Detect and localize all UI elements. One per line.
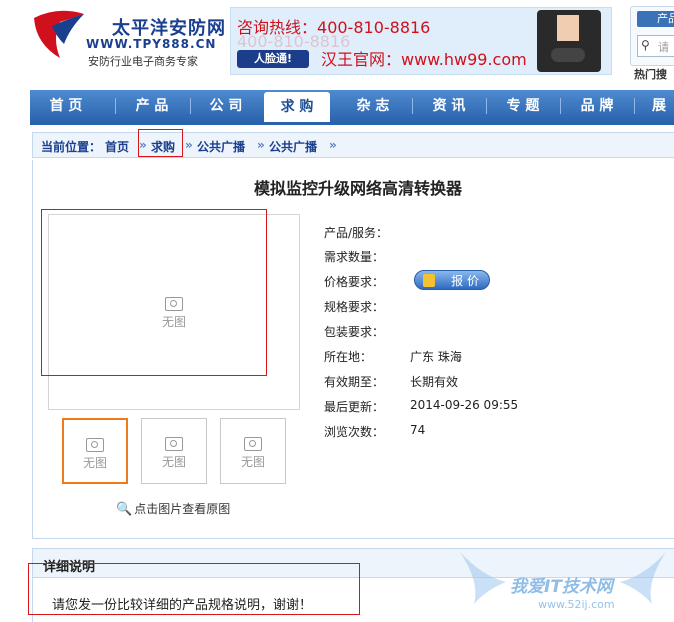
no-image-placeholder: 无图 (75, 438, 115, 471)
field-label-spec: 规格要求： (324, 300, 385, 314)
nav-divider (30, 122, 674, 125)
breadcrumb: 当前位置： 首页 » 求购 » 公共广播 » 公共广播 » (32, 132, 674, 158)
nav-item-companies[interactable]: 公 司 (190, 90, 262, 122)
breadcrumb-sep: » (329, 138, 337, 152)
face-device-image (537, 10, 601, 72)
field-label-location: 所在地： (324, 350, 373, 364)
search-icon: ⚲ (641, 38, 650, 52)
field-label-quantity: 需求数量： (324, 250, 385, 264)
watermark-url: www.52ij.com (538, 598, 615, 611)
nav-item-exhibition[interactable]: 展 (644, 90, 674, 122)
no-image-label: 无图 (240, 455, 265, 469)
search-input[interactable]: ⚲ 请 (637, 35, 674, 57)
ad-banner[interactable]: 咨询热线：400-810-8816 400-810-8816 人脸通! 汉王官网… (230, 7, 612, 75)
nav-item-brands[interactable]: 品 牌 (560, 90, 634, 122)
thumbnail-2[interactable]: 无图 (141, 418, 207, 484)
magnifier-icon: 🔍 (116, 502, 133, 517)
camera-icon (86, 438, 104, 452)
banner-site: 汉王官网：www.hw99.com (321, 50, 527, 69)
nav-item-topics[interactable]: 专 题 (486, 90, 560, 122)
thumbnail-1[interactable]: 无图 (62, 418, 128, 484)
field-value-location: 广东 珠海 (410, 350, 462, 364)
search-placeholder: 请 (658, 41, 669, 54)
camera-icon (244, 437, 262, 451)
main-nav: 首 页 产 品 公 司 求 购 杂 志 资 讯 专 题 品 牌 展 (30, 90, 674, 122)
field-label-packaging: 包装要求： (324, 325, 385, 339)
field-label-product: 产品/服务： (324, 226, 389, 240)
view-original-link[interactable]: 🔍 点击图片查看原图 (116, 500, 230, 517)
field-label-views: 浏览次数： (324, 425, 385, 439)
breadcrumb-prefix: 当前位置： (41, 140, 102, 154)
field-value-last-updated: 2014-09-26 09:55 (410, 398, 519, 412)
no-image-placeholder: 无图 (233, 437, 273, 470)
breadcrumb-sep: » (185, 138, 193, 152)
field-label-valid-until: 有效期至： (324, 375, 385, 389)
nav-item-home[interactable]: 首 页 (30, 90, 102, 122)
quote-button[interactable]: 报 价 (414, 270, 490, 290)
nav-item-products[interactable]: 产 品 (116, 90, 188, 122)
breadcrumb-subcategory[interactable]: 公共广播 (269, 138, 317, 155)
annotation-box-detail (28, 563, 360, 615)
field-label-price: 价格要求： (324, 275, 385, 289)
logo-url: WWW.TPY888.CN (86, 37, 217, 51)
no-image-label: 无图 (82, 456, 107, 470)
field-label-last-updated: 最后更新： (324, 400, 385, 414)
nav-item-news[interactable]: 资 讯 (412, 90, 486, 122)
watermark: 我爱IT技术网 www.52ij.com (452, 546, 674, 622)
breadcrumb-category[interactable]: 公共广播 (197, 138, 245, 155)
quote-button-label: 报 价 (451, 274, 479, 288)
camera-icon (165, 437, 183, 451)
coin-icon (423, 274, 435, 287)
field-value-views: 74 (410, 423, 426, 437)
logo-icon (34, 10, 84, 58)
search-box: 产品 ⚲ 请 (630, 6, 674, 66)
view-original-label: 点击图片查看原图 (134, 502, 231, 516)
hot-search-label: 热门搜 (634, 68, 667, 81)
banner-badge: 人脸通! (237, 50, 309, 68)
logo-slogan: 安防行业电子商务专家 (88, 55, 198, 68)
nav-item-buying[interactable]: 求 购 (264, 92, 330, 122)
no-image-placeholder: 无图 (154, 437, 194, 470)
page-title: 模拟监控升级网络高清转换器 (254, 179, 463, 198)
field-value-valid-until: 长期有效 (410, 375, 459, 389)
annotation-box-breadcrumb (138, 129, 183, 157)
annotation-box-image (41, 209, 267, 376)
no-image-label: 无图 (161, 455, 186, 469)
breadcrumb-sep: » (257, 138, 265, 152)
watermark-text: 我爱IT技术网 (510, 577, 613, 597)
nav-item-magazine[interactable]: 杂 志 (336, 90, 410, 122)
thumbnail-3[interactable]: 无图 (220, 418, 286, 484)
search-tab-product[interactable]: 产品 (637, 11, 674, 27)
breadcrumb-home[interactable]: 首页 (105, 138, 129, 155)
